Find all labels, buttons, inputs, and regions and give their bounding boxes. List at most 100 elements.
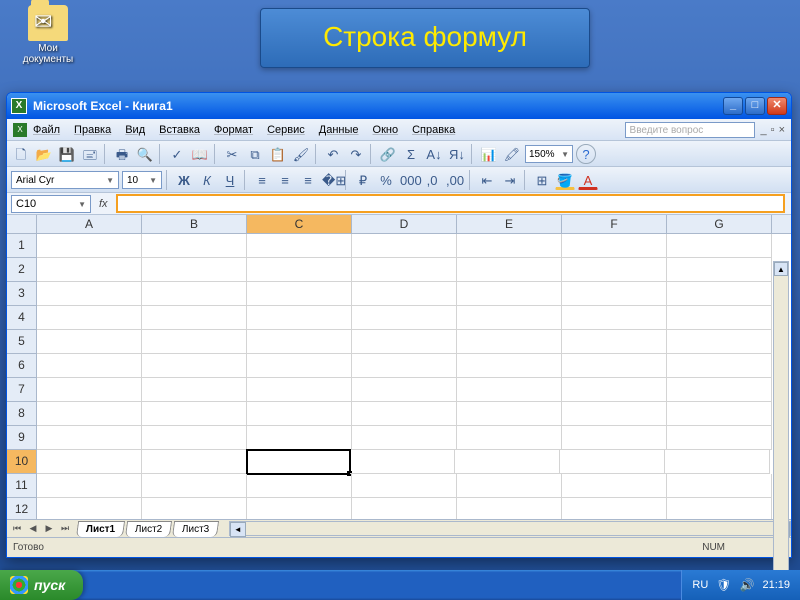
cell[interactable] xyxy=(457,402,562,426)
cell[interactable] xyxy=(562,282,667,306)
vertical-scrollbar[interactable]: ▲ ▼ xyxy=(773,261,789,591)
cell[interactable] xyxy=(457,258,562,282)
cell[interactable] xyxy=(37,306,142,330)
cell[interactable] xyxy=(352,474,457,498)
cell[interactable] xyxy=(352,258,457,282)
start-button[interactable]: пуск xyxy=(0,570,83,600)
save-icon[interactable]: 💾 xyxy=(57,144,77,164)
col-header[interactable]: F xyxy=(562,215,667,233)
cell[interactable] xyxy=(457,498,562,519)
cell[interactable] xyxy=(142,258,247,282)
row-header[interactable]: 3 xyxy=(7,282,37,306)
cell[interactable] xyxy=(562,330,667,354)
currency-icon[interactable]: ₽ xyxy=(353,170,373,190)
cell[interactable] xyxy=(457,306,562,330)
fillcolor-icon[interactable]: 🪣 xyxy=(555,170,575,190)
cell[interactable] xyxy=(457,378,562,402)
cell[interactable] xyxy=(352,354,457,378)
cell[interactable] xyxy=(37,282,142,306)
copy-icon[interactable]: ⧉ xyxy=(245,144,265,164)
row-header[interactable]: 1 xyxy=(7,234,37,258)
cell[interactable] xyxy=(352,402,457,426)
permission-icon[interactable]: 🖃 xyxy=(80,144,100,164)
row-header[interactable]: 12 xyxy=(7,498,37,519)
alignright-icon[interactable]: ≡ xyxy=(298,170,318,190)
workbook-icon[interactable]: X xyxy=(13,123,27,137)
tab-first-icon[interactable]: ⏮ xyxy=(10,523,24,534)
aligncenter-icon[interactable]: ≡ xyxy=(275,170,295,190)
sortasc-icon[interactable]: A↓ xyxy=(424,144,444,164)
cell[interactable] xyxy=(37,330,142,354)
sheet-tab[interactable]: Лист3 xyxy=(172,521,220,537)
sheet-tab[interactable]: Лист1 xyxy=(76,521,125,537)
undo-icon[interactable]: ↶ xyxy=(323,144,343,164)
menu-window[interactable]: Окно xyxy=(373,124,399,136)
menu-file[interactable]: Файл xyxy=(33,124,60,136)
cell[interactable] xyxy=(667,474,772,498)
alignleft-icon[interactable]: ≡ xyxy=(252,170,272,190)
cell[interactable] xyxy=(37,234,142,258)
cell[interactable] xyxy=(247,426,352,450)
zoom-select[interactable]: 150%▼ xyxy=(525,145,573,163)
hyperlink-icon[interactable]: 🔗 xyxy=(378,144,398,164)
col-header[interactable]: C xyxy=(247,215,352,233)
cell[interactable] xyxy=(142,282,247,306)
formula-input[interactable] xyxy=(116,194,785,213)
menu-help[interactable]: Справка xyxy=(412,124,455,136)
cell[interactable] xyxy=(667,378,772,402)
cell[interactable] xyxy=(37,378,142,402)
cell[interactable] xyxy=(352,498,457,519)
sheet-tab[interactable]: Лист2 xyxy=(125,521,173,537)
desktop-icon-mydocs[interactable]: Мои документы xyxy=(18,5,78,65)
chart-icon[interactable]: 📊 xyxy=(479,144,499,164)
menu-insert[interactable]: Вставка xyxy=(159,124,200,136)
system-tray[interactable]: RU 🛡 🔊 21:19 xyxy=(681,570,800,600)
cell[interactable] xyxy=(562,234,667,258)
cell[interactable] xyxy=(457,426,562,450)
doc-close-button[interactable]: × xyxy=(779,124,785,136)
font-size-select[interactable]: 10▼ xyxy=(122,171,162,189)
new-icon[interactable]: 🗋 xyxy=(11,144,31,164)
cell[interactable] xyxy=(142,354,247,378)
tray-shield-icon[interactable]: 🛡 xyxy=(716,578,731,592)
cell[interactable] xyxy=(562,426,667,450)
cell[interactable] xyxy=(247,306,352,330)
cell[interactable] xyxy=(247,258,352,282)
cell[interactable] xyxy=(455,450,560,474)
decinc-icon[interactable]: ,0 xyxy=(422,170,442,190)
col-header[interactable]: A xyxy=(37,215,142,233)
cell[interactable] xyxy=(562,258,667,282)
cell[interactable] xyxy=(37,426,142,450)
cell[interactable] xyxy=(562,474,667,498)
cell[interactable] xyxy=(352,426,457,450)
cell[interactable] xyxy=(457,474,562,498)
horizontal-scrollbar[interactable] xyxy=(229,521,791,536)
cut-icon[interactable]: ✂ xyxy=(222,144,242,164)
cell[interactable] xyxy=(562,306,667,330)
cell[interactable] xyxy=(667,306,772,330)
cell[interactable] xyxy=(562,498,667,519)
clock[interactable]: 21:19 xyxy=(762,579,790,591)
maximize-button[interactable]: □ xyxy=(745,97,765,115)
scroll-up-icon[interactable]: ▲ xyxy=(774,262,788,276)
cell[interactable] xyxy=(37,450,142,474)
cell[interactable] xyxy=(560,450,665,474)
print-icon[interactable]: 🖶 xyxy=(112,144,132,164)
cell[interactable] xyxy=(352,306,457,330)
row-header[interactable]: 5 xyxy=(7,330,37,354)
cell[interactable] xyxy=(247,474,352,498)
paste-icon[interactable]: 📋 xyxy=(268,144,288,164)
cell[interactable] xyxy=(667,426,772,450)
cell[interactable] xyxy=(667,258,772,282)
cell[interactable] xyxy=(352,234,457,258)
row-header[interactable]: 9 xyxy=(7,426,37,450)
merge-icon[interactable]: �⊞ xyxy=(321,170,341,190)
help-icon[interactable]: ? xyxy=(576,144,596,164)
cell[interactable] xyxy=(142,474,247,498)
menu-edit[interactable]: Правка xyxy=(74,124,111,136)
bold-button[interactable]: Ж xyxy=(174,170,194,190)
col-header[interactable]: E xyxy=(457,215,562,233)
indent-icon[interactable]: ⇥ xyxy=(500,170,520,190)
tab-last-icon[interactable]: ⏭ xyxy=(58,523,72,534)
col-header[interactable]: D xyxy=(352,215,457,233)
